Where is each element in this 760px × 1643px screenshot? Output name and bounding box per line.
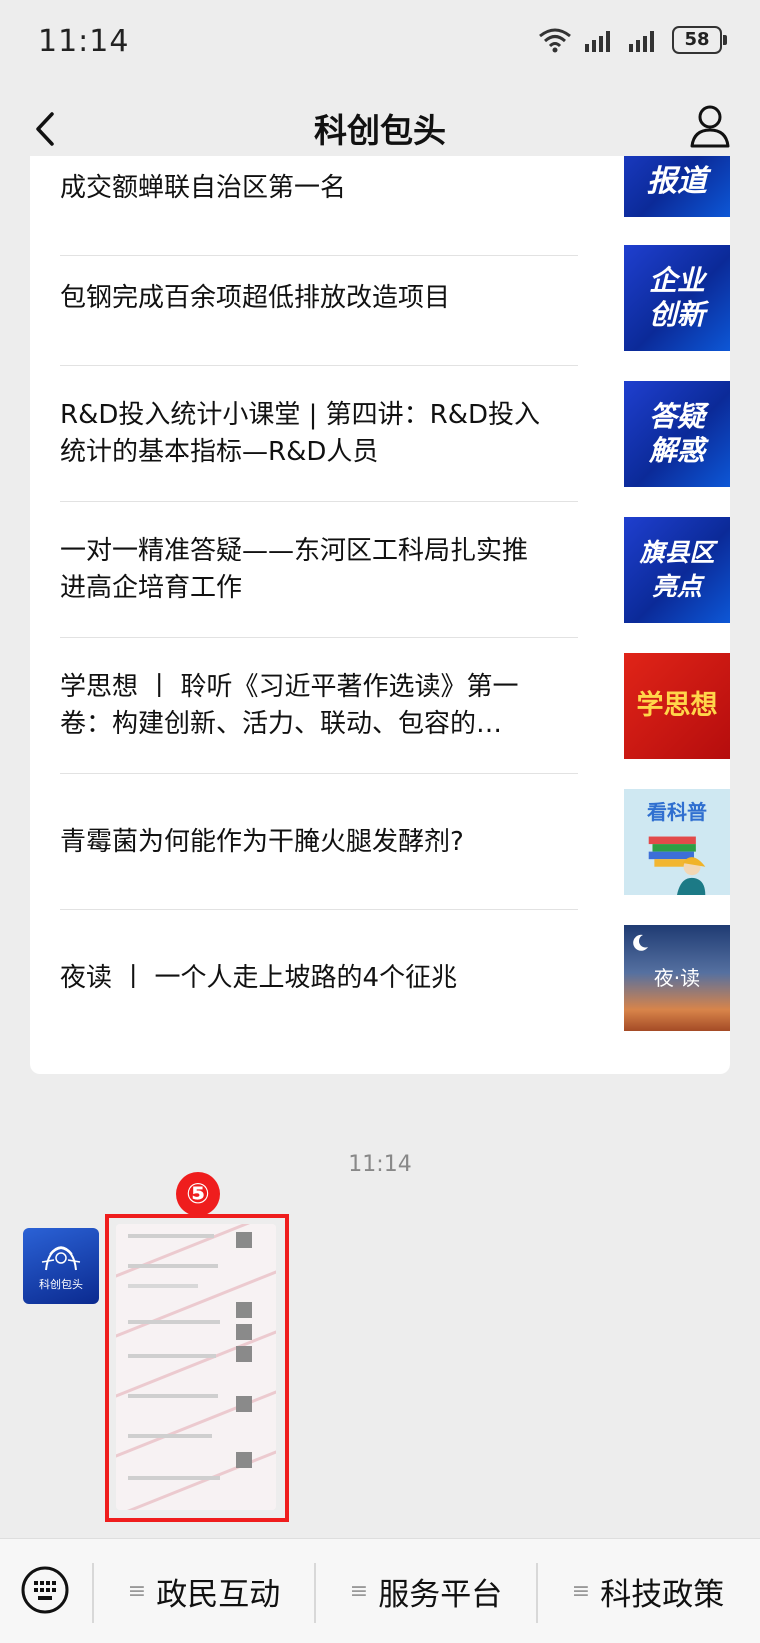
status-bar: 11:14 58 bbox=[0, 0, 760, 86]
article-item[interactable]: R&D投入统计小课堂 | 第四讲：R&D投入 统计的基本指标—R&D人员 答疑解惑 bbox=[60, 366, 730, 502]
article-title: 学思想 丨 聆听《习近平著作选读》第一 卷：构建创新、活力、联动、包容的… bbox=[60, 672, 519, 739]
article-list-card: 成交额蝉联自治区第一名 报道 包钢完成百余项超低排放改造项目 企业创新 R&D投… bbox=[30, 156, 730, 1074]
annotation-number: ⑤ bbox=[176, 1172, 220, 1216]
menu-item-1-label: 政民互动 bbox=[156, 1576, 281, 1613]
article-item[interactable]: 一对一精准答疑——东河区工科局扎实推 进高企培育工作 旗县区亮点 bbox=[60, 502, 730, 638]
menu-item-1[interactable]: ≡ 政民互动 bbox=[94, 1539, 314, 1643]
article-item[interactable]: 包钢完成百余项超低排放改造项目 企业创新 bbox=[60, 230, 730, 366]
wifi-icon bbox=[539, 28, 571, 53]
menu-lines-icon: ≡ bbox=[571, 1578, 591, 1604]
annotation-highlight-box bbox=[105, 1214, 289, 1522]
article-thumbnail: 学思想 bbox=[624, 653, 730, 759]
system-icons: 58 bbox=[538, 26, 727, 54]
article-thumbnail: 答疑解惑 bbox=[624, 381, 730, 487]
keyboard-icon[interactable] bbox=[20, 1565, 70, 1615]
article-thumbnail: 旗县区亮点 bbox=[624, 517, 730, 623]
signal-icon-2 bbox=[629, 31, 654, 52]
article-item[interactable]: 夜读 丨 一个人走上坡路的4个征兆 夜·读 bbox=[60, 910, 730, 1046]
avatar[interactable]: 科创包头 bbox=[23, 1228, 99, 1304]
battery-icon: 58 bbox=[672, 26, 727, 54]
article-title: 夜读 丨 一个人走上坡路的4个征兆 bbox=[60, 962, 458, 993]
menu-item-2[interactable]: ≡ 服务平台 bbox=[316, 1539, 536, 1643]
page-title: 科创包头 bbox=[314, 111, 446, 150]
menu-item-3-label: 科技政策 bbox=[600, 1576, 725, 1613]
article-title: 一对一精准答疑——东河区工科局扎实推 进高企培育工作 bbox=[60, 536, 529, 603]
signal-icon bbox=[585, 31, 610, 52]
article-item[interactable]: 青霉菌为何能作为干腌火腿发酵剂? 看科普 bbox=[60, 774, 730, 910]
reading-child-icon bbox=[648, 836, 706, 895]
article-item[interactable]: 学思想 丨 聆听《习近平著作选读》第一 卷：构建创新、活力、联动、包容的… 学思想 bbox=[60, 638, 730, 774]
article-thumbnail: 看科普 bbox=[624, 789, 730, 895]
moon-icon bbox=[633, 934, 648, 951]
logo-icon bbox=[41, 1246, 81, 1271]
article-thumbnail: 夜·读 bbox=[624, 925, 730, 1031]
bottom-menu-bar: ≡ 政民互动 ≡ 服务平台 ≡ 科技政策 bbox=[0, 1538, 760, 1643]
menu-lines-icon: ≡ bbox=[349, 1578, 369, 1604]
profile-icon[interactable] bbox=[686, 100, 734, 152]
message-timestamp: 11:14 bbox=[348, 1152, 412, 1177]
article-thumbnail: 报道 bbox=[624, 156, 730, 217]
menu-item-2-label: 服务平台 bbox=[378, 1576, 503, 1613]
menu-lines-icon: ≡ bbox=[127, 1578, 147, 1604]
article-title: R&D投入统计小课堂 | 第四讲：R&D投入 统计的基本指标—R&D人员 bbox=[60, 400, 541, 467]
menu-item-3[interactable]: ≡ 科技政策 bbox=[538, 1539, 758, 1643]
article-thumbnail: 企业创新 bbox=[624, 245, 730, 351]
avatar-text: 科创包头 bbox=[39, 1278, 83, 1291]
status-time: 11:14 bbox=[38, 24, 130, 59]
article-title: 青霉菌为何能作为干腌火腿发酵剂? bbox=[60, 826, 464, 857]
article-title: 包钢完成百余项超低排放改造项目 bbox=[60, 282, 451, 313]
